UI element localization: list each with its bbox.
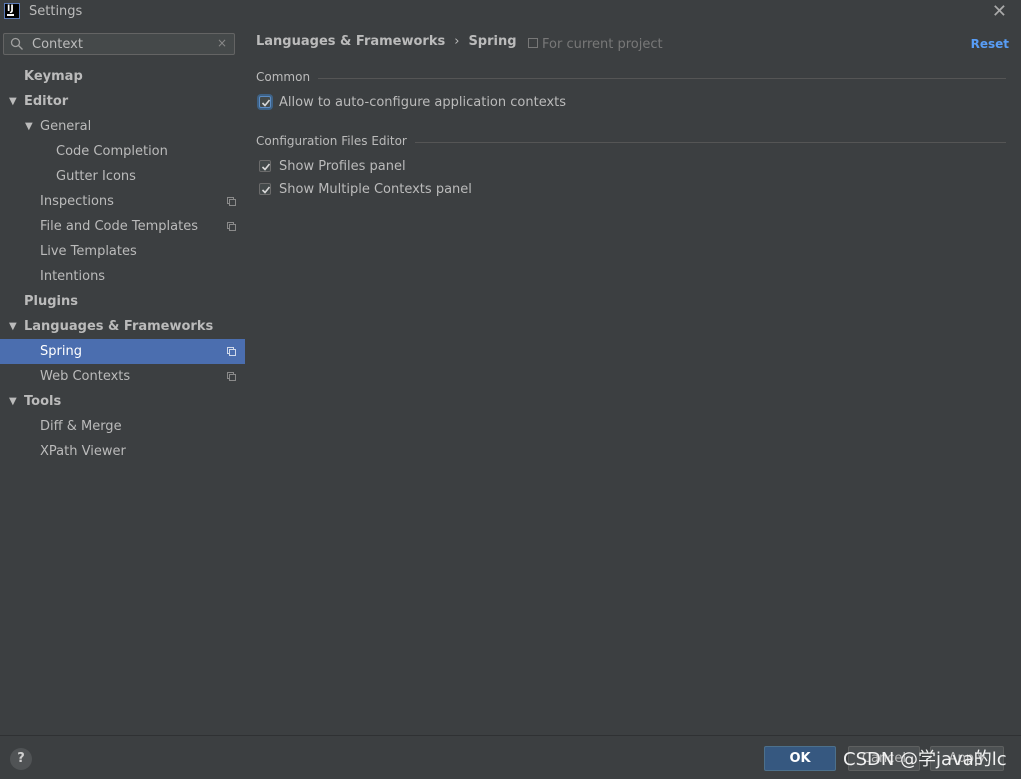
tree-item-label: Gutter Icons bbox=[56, 169, 136, 184]
tree-item-spring[interactable]: Spring bbox=[0, 339, 245, 364]
tree-item-plugins[interactable]: Plugins bbox=[0, 289, 245, 314]
expand-arrow-icon[interactable]: ▼ bbox=[9, 89, 17, 114]
tree-item-gutter-icons[interactable]: Gutter Icons bbox=[0, 164, 245, 189]
scope-indicator: For current project bbox=[528, 37, 663, 52]
tree-item-label: Plugins bbox=[24, 294, 78, 309]
tree-item-label: Spring bbox=[40, 344, 82, 359]
dialog-footer: ? OK Cancel Apply CSDN @学java的lc bbox=[0, 735, 1021, 779]
tree-item-editor[interactable]: ▼ Editor bbox=[0, 89, 245, 114]
tree-item-label: File and Code Templates bbox=[40, 219, 198, 234]
section-config-files-editor: Configuration Files Editor bbox=[256, 134, 1006, 152]
tree-item-label: Intentions bbox=[40, 269, 106, 284]
settings-tree: Keymap ▼ Editor ▼ General Code Completio… bbox=[0, 64, 245, 464]
reset-link[interactable]: Reset bbox=[971, 37, 1009, 51]
tree-item-file-code-templates[interactable]: File and Code Templates bbox=[0, 214, 245, 239]
tree-item-label: Web Contexts bbox=[40, 369, 131, 384]
tree-item-intentions[interactable]: Intentions bbox=[0, 264, 245, 289]
tree-item-label: Diff & Merge bbox=[40, 419, 122, 434]
search-box[interactable]: × bbox=[3, 33, 235, 55]
tree-item-label: Languages & Frameworks bbox=[24, 319, 214, 334]
auto-configure-checkbox[interactable] bbox=[259, 96, 271, 108]
tree-item-inspections[interactable]: Inspections bbox=[0, 189, 245, 214]
project-scope-icon bbox=[227, 197, 236, 206]
tree-item-web-contexts[interactable]: Web Contexts bbox=[0, 364, 245, 389]
tree-item-live-templates[interactable]: Live Templates bbox=[0, 239, 245, 264]
checkbox-label: Allow to auto-configure application cont… bbox=[279, 95, 567, 110]
project-scope-icon bbox=[227, 372, 236, 381]
tree-item-label: Inspections bbox=[40, 194, 114, 209]
tree-item-code-completion[interactable]: Code Completion bbox=[0, 139, 245, 164]
tree-item-xpath-viewer[interactable]: XPath Viewer bbox=[0, 439, 245, 464]
settings-sidebar: × Keymap ▼ Editor ▼ General Code Complet… bbox=[0, 25, 245, 735]
tree-item-label: Keymap bbox=[24, 69, 83, 84]
tree-item-label: General bbox=[40, 119, 92, 134]
tree-item-languages-frameworks[interactable]: ▼ Languages & Frameworks bbox=[0, 314, 245, 339]
expand-arrow-icon[interactable]: ▼ bbox=[9, 389, 17, 414]
checkmark-icon bbox=[261, 99, 271, 107]
tree-item-label: Live Templates bbox=[40, 244, 137, 259]
checkbox-label: Show Multiple Contexts panel bbox=[279, 182, 472, 197]
close-icon[interactable]: ✕ bbox=[992, 1, 1007, 22]
breadcrumb-current: Spring bbox=[468, 34, 517, 49]
tree-item-tools[interactable]: ▼ Tools bbox=[0, 389, 245, 414]
tree-item-keymap[interactable]: Keymap bbox=[0, 64, 245, 89]
window-title: Settings bbox=[29, 4, 83, 19]
settings-content: Languages & Frameworks › Spring For curren… bbox=[246, 25, 1021, 735]
clear-search-icon[interactable]: × bbox=[217, 36, 227, 50]
section-title: Configuration Files Editor bbox=[256, 134, 415, 148]
breadcrumb-separator: › bbox=[454, 34, 460, 49]
tree-item-label: Editor bbox=[24, 94, 69, 109]
tree-item-diff-merge[interactable]: Diff & Merge bbox=[0, 414, 245, 439]
title-bar: IJ Settings ✕ bbox=[0, 0, 1021, 25]
project-scope-icon bbox=[528, 38, 538, 48]
checkmark-icon bbox=[261, 186, 271, 194]
search-icon bbox=[10, 37, 23, 50]
project-scope-icon bbox=[227, 347, 236, 356]
tree-item-label: XPath Viewer bbox=[40, 444, 126, 459]
scope-label: For current project bbox=[542, 37, 663, 52]
tree-item-label: Code Completion bbox=[56, 144, 168, 159]
expand-arrow-icon[interactable]: ▼ bbox=[25, 114, 33, 139]
csdn-watermark: CSDN @学java的lc bbox=[843, 749, 1007, 770]
checkbox-label: Show Profiles panel bbox=[279, 159, 406, 174]
section-title: Common bbox=[256, 70, 319, 84]
tree-item-label: Tools bbox=[24, 394, 62, 409]
expand-arrow-icon[interactable]: ▼ bbox=[9, 314, 17, 339]
tree-item-general[interactable]: ▼ General bbox=[0, 114, 245, 139]
search-input[interactable] bbox=[32, 36, 212, 52]
section-common: Common bbox=[256, 70, 1006, 88]
breadcrumb-parent: Languages & Frameworks bbox=[256, 34, 446, 49]
ok-button[interactable]: OK bbox=[764, 746, 836, 771]
help-button[interactable]: ? bbox=[10, 748, 32, 770]
intellij-logo-icon: IJ bbox=[4, 3, 20, 19]
show-profiles-checkbox[interactable] bbox=[259, 160, 271, 172]
project-scope-icon bbox=[227, 222, 236, 231]
show-multiple-contexts-checkbox[interactable] bbox=[259, 183, 271, 195]
checkmark-icon bbox=[261, 163, 271, 171]
section-divider bbox=[256, 78, 1006, 79]
breadcrumb: Languages & Frameworks › Spring bbox=[256, 34, 517, 52]
